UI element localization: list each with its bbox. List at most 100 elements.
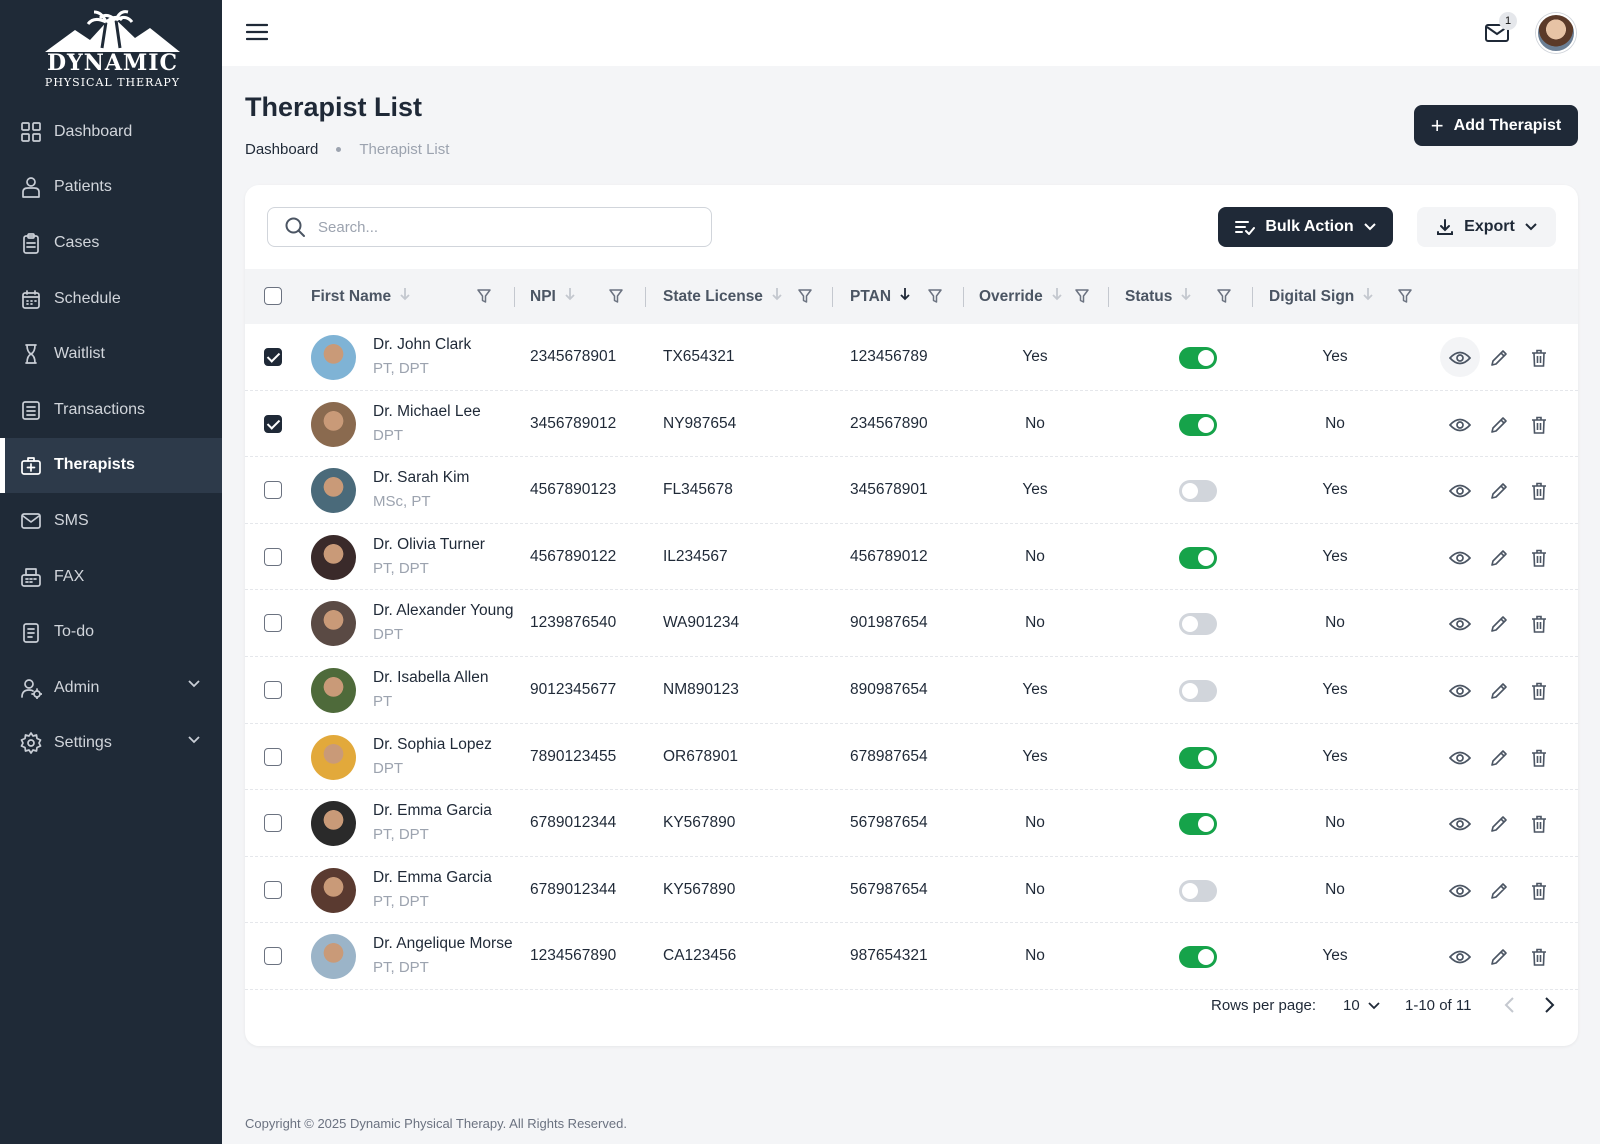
edit-button[interactable] [1487, 479, 1511, 503]
status-toggle[interactable] [1179, 413, 1217, 436]
row-checkbox[interactable] [264, 414, 282, 433]
edit-button[interactable] [1487, 746, 1511, 770]
table-row[interactable]: Dr. Sophia Lopez DPT 7890123455 OR678901 678… [245, 724, 1578, 791]
rows-per-page-select[interactable]: 10 [1343, 997, 1380, 1014]
filter-icon[interactable] [1397, 288, 1413, 304]
search-input[interactable] [318, 218, 678, 236]
delete-button[interactable] [1527, 879, 1551, 903]
filter-icon[interactable] [1074, 288, 1090, 304]
edit-button[interactable] [1487, 812, 1511, 836]
column-header-digital-sign[interactable]: Digital Sign [1269, 269, 1374, 324]
status-toggle[interactable] [1179, 613, 1217, 636]
sidebar-item-transactions[interactable]: Transactions [0, 382, 222, 438]
status-toggle[interactable] [1179, 546, 1217, 569]
table-row[interactable]: Dr. John Clark PT, DPT 2345678901 TX654321 1… [245, 324, 1578, 391]
row-checkbox[interactable] [264, 814, 282, 833]
row-checkbox[interactable] [264, 880, 282, 899]
sidebar-item-sms[interactable]: SMS [0, 493, 222, 549]
view-button[interactable] [1448, 546, 1472, 570]
view-button[interactable] [1448, 679, 1472, 703]
status-toggle[interactable] [1179, 480, 1217, 503]
column-header-status[interactable]: Status [1125, 269, 1192, 324]
table-row[interactable]: Dr. Alexander Young DPT 1239876540 WA901234… [245, 590, 1578, 657]
next-page-icon[interactable] [1538, 994, 1560, 1016]
sidebar-item-cases[interactable]: Cases [0, 215, 222, 271]
therapist-name[interactable]: Dr. Isabella Allen [373, 669, 488, 687]
filter-icon[interactable] [927, 288, 943, 304]
filter-icon[interactable] [797, 288, 813, 304]
view-button[interactable] [1448, 746, 1472, 770]
therapist-name[interactable]: Dr. Emma Garcia [373, 802, 492, 820]
delete-button[interactable] [1527, 546, 1551, 570]
sidebar-item-waitlist[interactable]: Waitlist [0, 326, 222, 382]
view-button[interactable] [1448, 612, 1472, 636]
row-checkbox[interactable] [264, 947, 282, 966]
delete-button[interactable] [1527, 746, 1551, 770]
export-button[interactable]: Export [1417, 207, 1556, 247]
edit-button[interactable] [1487, 879, 1511, 903]
edit-button[interactable] [1487, 413, 1511, 437]
view-button[interactable] [1448, 346, 1472, 370]
select-all-checkbox[interactable] [264, 287, 282, 305]
status-toggle[interactable] [1179, 679, 1217, 702]
therapist-name[interactable]: Dr. Alexander Young [373, 602, 513, 620]
row-checkbox[interactable] [264, 348, 282, 366]
edit-button[interactable] [1487, 546, 1511, 570]
therapist-name[interactable]: Dr. Emma Garcia [373, 869, 492, 887]
sidebar-item-fax[interactable]: FAX [0, 549, 222, 605]
edit-button[interactable] [1487, 679, 1511, 703]
table-row[interactable]: Dr. Emma Garcia PT, DPT 6789012344 KY567890… [245, 857, 1578, 924]
row-checkbox[interactable] [264, 614, 282, 633]
delete-button[interactable] [1527, 479, 1551, 503]
column-header-first-name[interactable]: First Name [311, 269, 411, 324]
therapist-name[interactable]: Dr. Michael Lee [373, 403, 481, 421]
view-button[interactable] [1448, 479, 1472, 503]
bulk-action-button[interactable]: Bulk Action [1218, 207, 1393, 247]
row-checkbox[interactable] [264, 680, 282, 699]
table-row[interactable]: Dr. Sarah Kim MSc, PT 4567890123 FL345678 34… [245, 457, 1578, 524]
edit-button[interactable] [1487, 612, 1511, 636]
status-toggle[interactable] [1179, 746, 1217, 769]
status-toggle[interactable] [1179, 813, 1217, 836]
delete-button[interactable] [1527, 945, 1551, 969]
search-box[interactable] [267, 207, 712, 247]
table-row[interactable]: Dr. Angelique Morse PT, DPT 1234567890 CA12… [245, 923, 1578, 990]
column-header-ptan[interactable]: PTAN [850, 269, 911, 324]
filter-icon[interactable] [608, 288, 624, 304]
column-header-state-license[interactable]: State License [663, 269, 783, 324]
sidebar-item-admin[interactable]: Admin [0, 660, 222, 716]
row-checkbox[interactable] [264, 747, 282, 766]
user-avatar[interactable] [1536, 13, 1576, 53]
filter-icon[interactable] [1216, 288, 1232, 304]
therapist-name[interactable]: Dr. Angelique Morse [373, 935, 513, 953]
view-button[interactable] [1448, 812, 1472, 836]
previous-page-icon[interactable] [1499, 994, 1521, 1016]
edit-button[interactable] [1487, 945, 1511, 969]
breadcrumb-dashboard[interactable]: Dashboard [245, 141, 318, 158]
status-toggle[interactable] [1179, 946, 1217, 969]
status-toggle[interactable] [1179, 347, 1217, 369]
therapist-name[interactable]: Dr. John Clark [373, 336, 471, 354]
delete-button[interactable] [1527, 812, 1551, 836]
edit-button[interactable] [1487, 346, 1511, 370]
sidebar-item-settings[interactable]: Settings [0, 716, 222, 772]
table-row[interactable]: Dr. Michael Lee DPT 3456789012 NY987654 2345… [245, 391, 1578, 458]
menu-icon[interactable] [246, 23, 268, 41]
table-row[interactable]: Dr. Isabella Allen PT 9012345677 NM890123 89… [245, 657, 1578, 724]
column-header-npi[interactable]: NPI [530, 269, 576, 324]
sidebar-item-therapists[interactable]: Therapists [0, 437, 222, 494]
delete-button[interactable] [1527, 612, 1551, 636]
sidebar-item-schedule[interactable]: Schedule [0, 271, 222, 327]
therapist-name[interactable]: Dr. Sarah Kim [373, 469, 469, 487]
filter-icon[interactable] [476, 288, 492, 304]
therapist-name[interactable]: Dr. Olivia Turner [373, 536, 485, 554]
view-button[interactable] [1448, 945, 1472, 969]
sidebar-item-patients[interactable]: Patients [0, 160, 222, 216]
add-therapist-button[interactable]: + Add Therapist [1414, 105, 1578, 146]
brand-logo[interactable]: DYNAMIC PHYSICAL THERAPY [40, 8, 185, 89]
delete-button[interactable] [1527, 413, 1551, 437]
therapist-name[interactable]: Dr. Sophia Lopez [373, 736, 492, 754]
table-row[interactable]: Dr. Emma Garcia PT, DPT 6789012344 KY567890… [245, 790, 1578, 857]
column-header-override[interactable]: Override [979, 269, 1063, 324]
table-row[interactable]: Dr. Olivia Turner PT, DPT 4567890122 IL2345… [245, 524, 1578, 591]
